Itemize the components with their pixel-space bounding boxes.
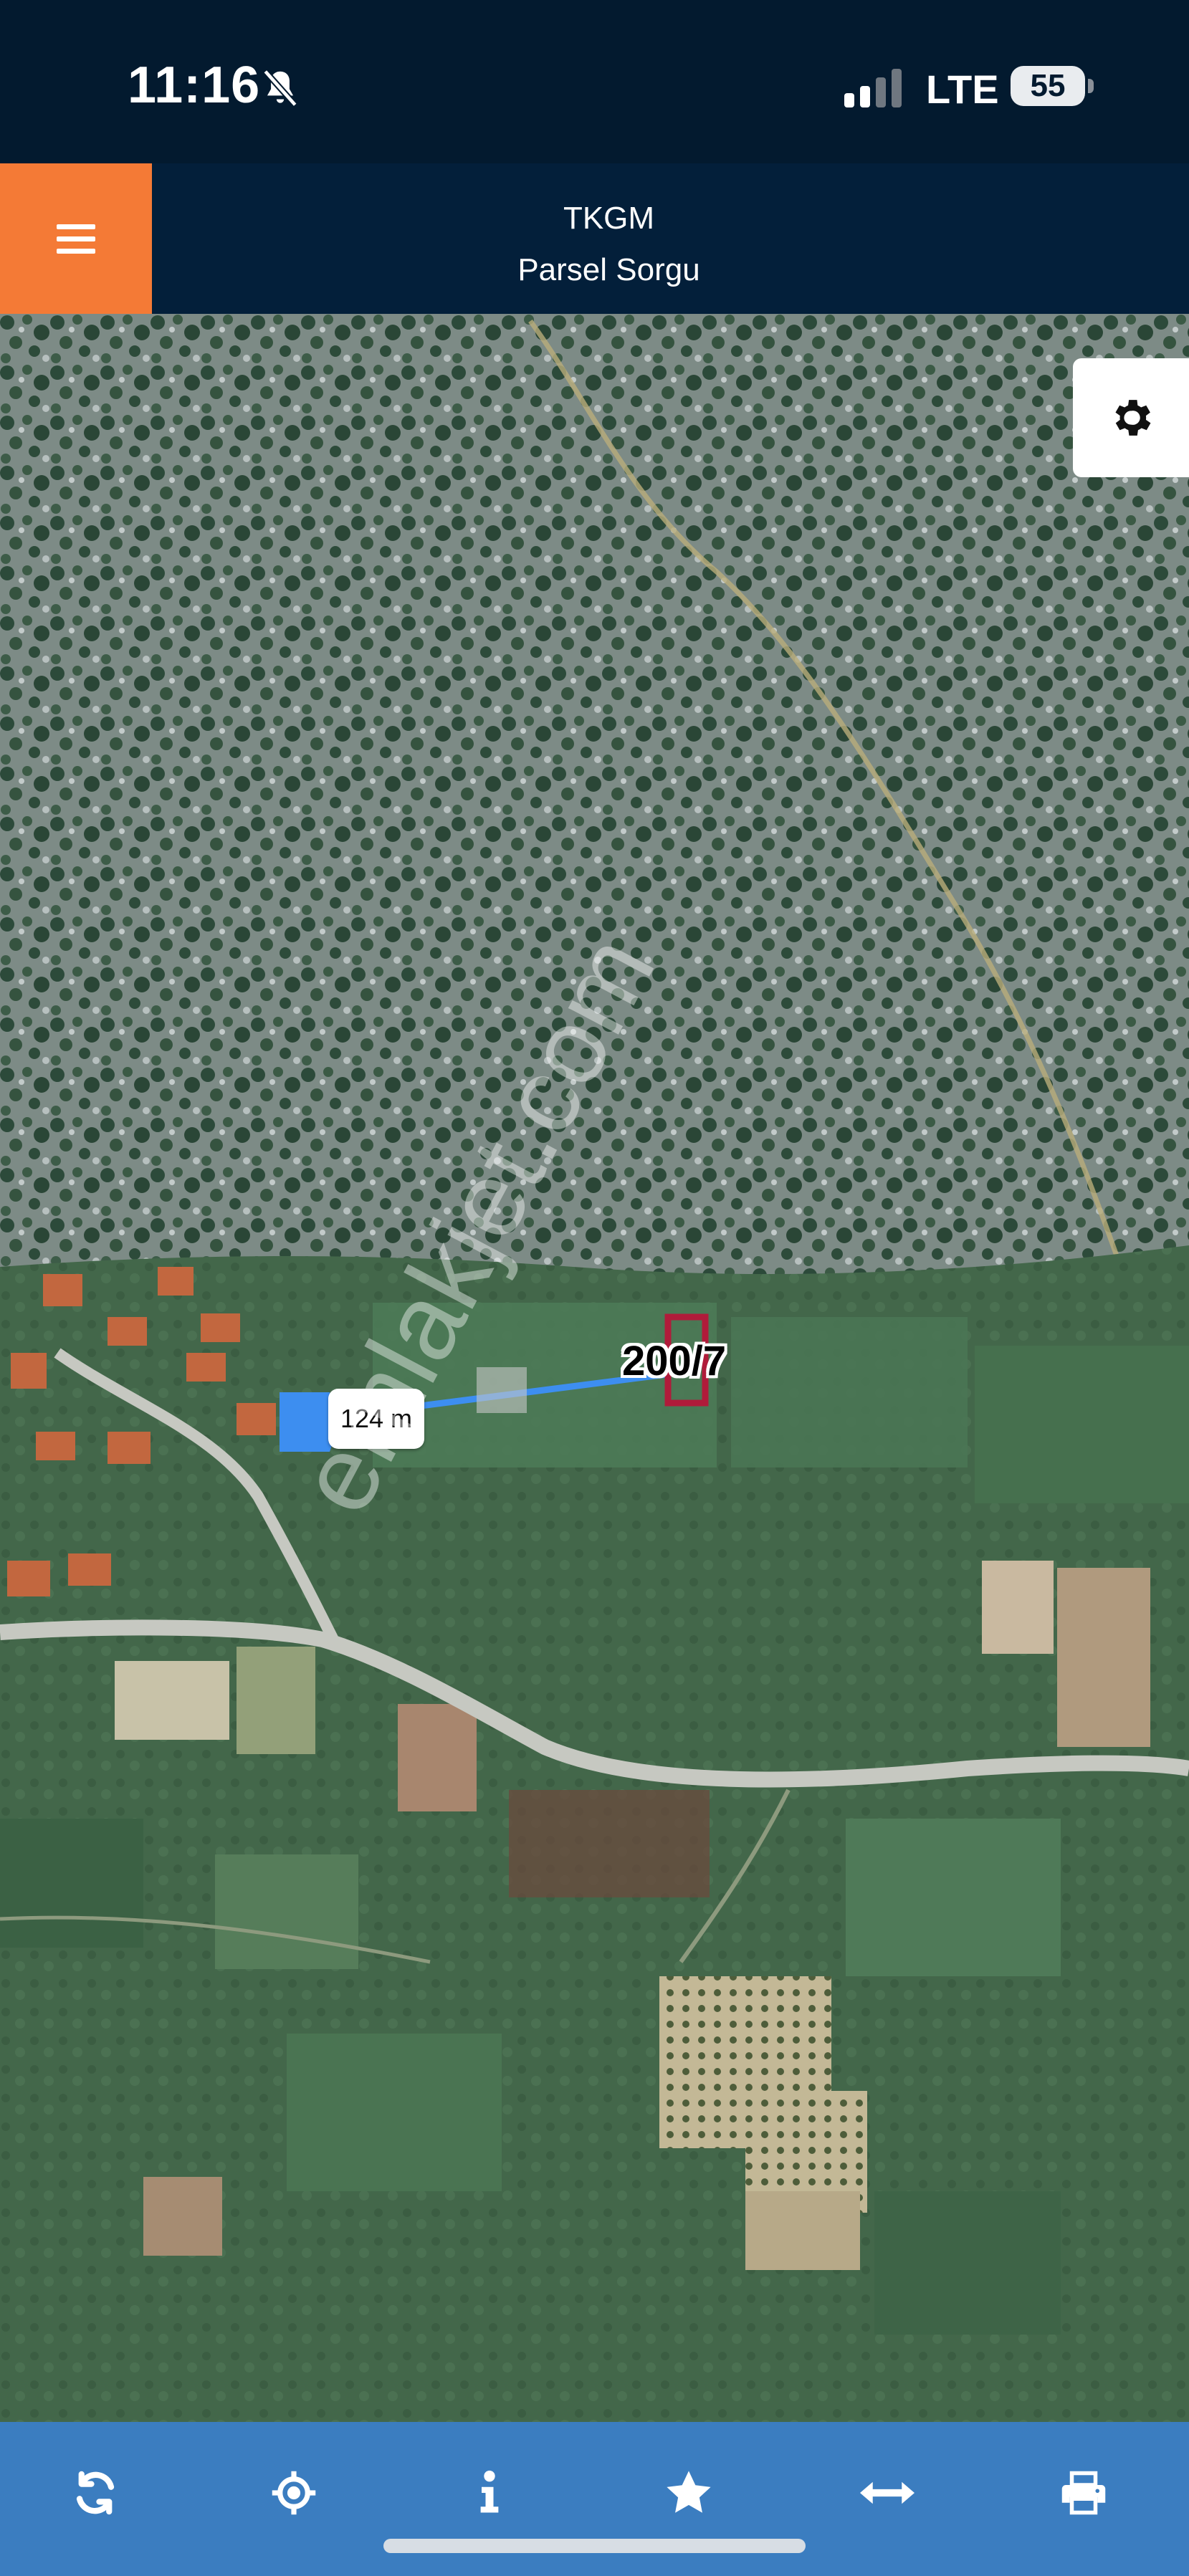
star-icon	[667, 2471, 711, 2513]
battery-nub	[1088, 79, 1094, 93]
bottom-toolbar	[0, 2422, 1189, 2576]
favorite-button[interactable]	[649, 2453, 728, 2532]
app-subtitle: Parsel Sorgu	[517, 252, 700, 287]
signal-icon	[844, 69, 902, 107]
satellite-imagery	[0, 314, 1189, 2422]
measure-arrows-icon	[860, 2481, 915, 2504]
status-time: 11:16	[128, 57, 261, 114]
locate-button[interactable]	[254, 2453, 333, 2532]
print-icon	[1061, 2471, 1106, 2515]
info-button[interactable]	[450, 2453, 529, 2532]
refresh-icon	[76, 2471, 115, 2515]
info-icon	[480, 2470, 499, 2513]
network-type: LTE	[926, 67, 999, 112]
app-header: TKGM Parsel Sorgu	[0, 163, 1189, 314]
print-button[interactable]	[1044, 2453, 1123, 2532]
hamburger-menu-icon	[57, 224, 95, 254]
measure-button[interactable]	[848, 2453, 927, 2532]
menu-button[interactable]	[0, 163, 152, 314]
app-title: TKGM	[563, 201, 655, 236]
status-bar: 11:16 LTE 55	[0, 0, 1189, 163]
refresh-button[interactable]	[56, 2453, 135, 2532]
home-indicator[interactable]	[383, 2539, 806, 2553]
parcel-label[interactable]: 200/7	[622, 1337, 726, 1385]
satellite-map[interactable]: 124 m 200/7 emlakjet.com	[0, 314, 1189, 2422]
battery-indicator: 55	[1011, 66, 1085, 106]
gear-icon	[1115, 400, 1151, 436]
locate-crosshair-icon	[272, 2471, 316, 2515]
settings-button[interactable]	[1073, 358, 1189, 477]
bell-slash-icon	[263, 69, 297, 107]
